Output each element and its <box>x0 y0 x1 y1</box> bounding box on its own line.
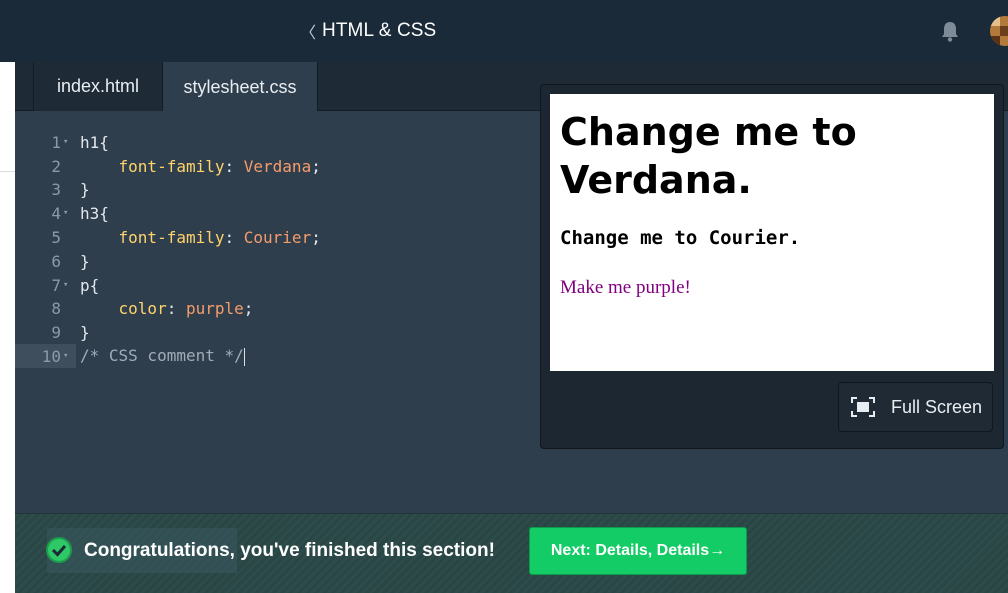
code-line: 9 } <box>15 320 540 344</box>
fold-arrow-icon[interactable]: ▾ <box>63 351 72 361</box>
preview-heading-3: Change me to Courier. <box>560 227 801 249</box>
next-section-button[interactable]: Next: Details, Details→ <box>529 527 747 575</box>
code-line: 3 } <box>15 177 540 201</box>
check-circle-icon <box>46 537 72 563</box>
preview-canvas: Change me to Verdana. Change me to Couri… <box>550 94 994 371</box>
code-brace: } <box>80 179 90 199</box>
line-number: 5 <box>51 227 61 247</box>
code-line: 4 ▾ h3{ <box>15 201 540 225</box>
tab-index-html[interactable]: index.html <box>33 62 163 111</box>
css-value: Verdana <box>243 156 312 176</box>
code-line: 8 color: purple; <box>51 298 254 318</box>
code-line: 7 ▾ p{ <box>15 273 540 297</box>
text-cursor <box>243 347 245 366</box>
code-selector: h3{ <box>80 203 109 223</box>
code-line: 5 font-family: Courier; <box>51 227 321 247</box>
line-number: 10 <box>41 346 61 366</box>
css-value: Courier <box>243 227 312 247</box>
line-number: 7 <box>51 275 61 295</box>
tab-stylesheet-css[interactable]: stylesheet.css <box>163 62 318 112</box>
line-number: 9 <box>51 322 61 342</box>
divider <box>0 171 15 172</box>
line-number: 6 <box>51 251 61 271</box>
code-line-active: 10 ▾ /* CSS comment */ <box>15 344 540 368</box>
preview-paragraph: Make me purple! <box>560 277 691 298</box>
code-editor[interactable]: 1 ▾ h1{ 2 font-family: Verdana; 3 } 4 ▾ h3… <box>15 111 540 513</box>
bell-icon[interactable] <box>940 20 960 42</box>
code-line: 1 ▾ h1{ <box>15 130 540 154</box>
fold-arrow-icon[interactable]: ▾ <box>63 137 72 147</box>
full-screen-label: Full Screen <box>891 396 983 417</box>
line-number: 1 <box>51 132 61 152</box>
fullscreen-icon <box>851 397 875 417</box>
top-bar: 〈 HTML & CSS <box>0 0 1008 62</box>
course-back-link[interactable]: 〈 HTML & CSS <box>300 18 436 44</box>
code-line: 6 } <box>15 249 540 273</box>
line-number: 3 <box>51 179 61 199</box>
chevron-left-icon: 〈 <box>300 25 317 42</box>
code-selector: h1{ <box>80 132 109 152</box>
code-selector: p{ <box>80 275 100 295</box>
line-number: 4 <box>51 203 61 223</box>
tab-label: index.html <box>56 76 140 96</box>
code-line: 2 font-family: Verdana; <box>51 156 321 176</box>
code-brace: } <box>80 322 90 342</box>
course-title: HTML & CSS <box>322 20 437 41</box>
congratulations-message: Congratulations, you've finished this se… <box>84 540 495 561</box>
line-number: 8 <box>51 298 61 318</box>
css-property: font-family <box>118 227 225 247</box>
fold-arrow-icon[interactable]: ▾ <box>63 280 72 290</box>
line-number: 2 <box>51 156 61 176</box>
css-property: font-family <box>118 156 225 176</box>
completion-bar: Congratulations, you've finished this se… <box>15 513 1008 593</box>
css-property: color <box>118 298 167 318</box>
preview-panel: Change me to Verdana. Change me to Couri… <box>540 84 1004 449</box>
fold-arrow-icon[interactable]: ▾ <box>63 208 72 218</box>
preview-heading-1: Change me to Verdana. <box>560 110 857 202</box>
avatar[interactable] <box>990 16 1008 46</box>
tab-label: stylesheet.css <box>183 76 297 97</box>
full-screen-button[interactable]: Full Screen <box>838 382 993 432</box>
css-value: purple <box>185 298 244 318</box>
code-comment: /* CSS comment */ <box>80 346 244 366</box>
sidebar-edge <box>0 62 15 593</box>
code-brace: } <box>80 251 90 271</box>
